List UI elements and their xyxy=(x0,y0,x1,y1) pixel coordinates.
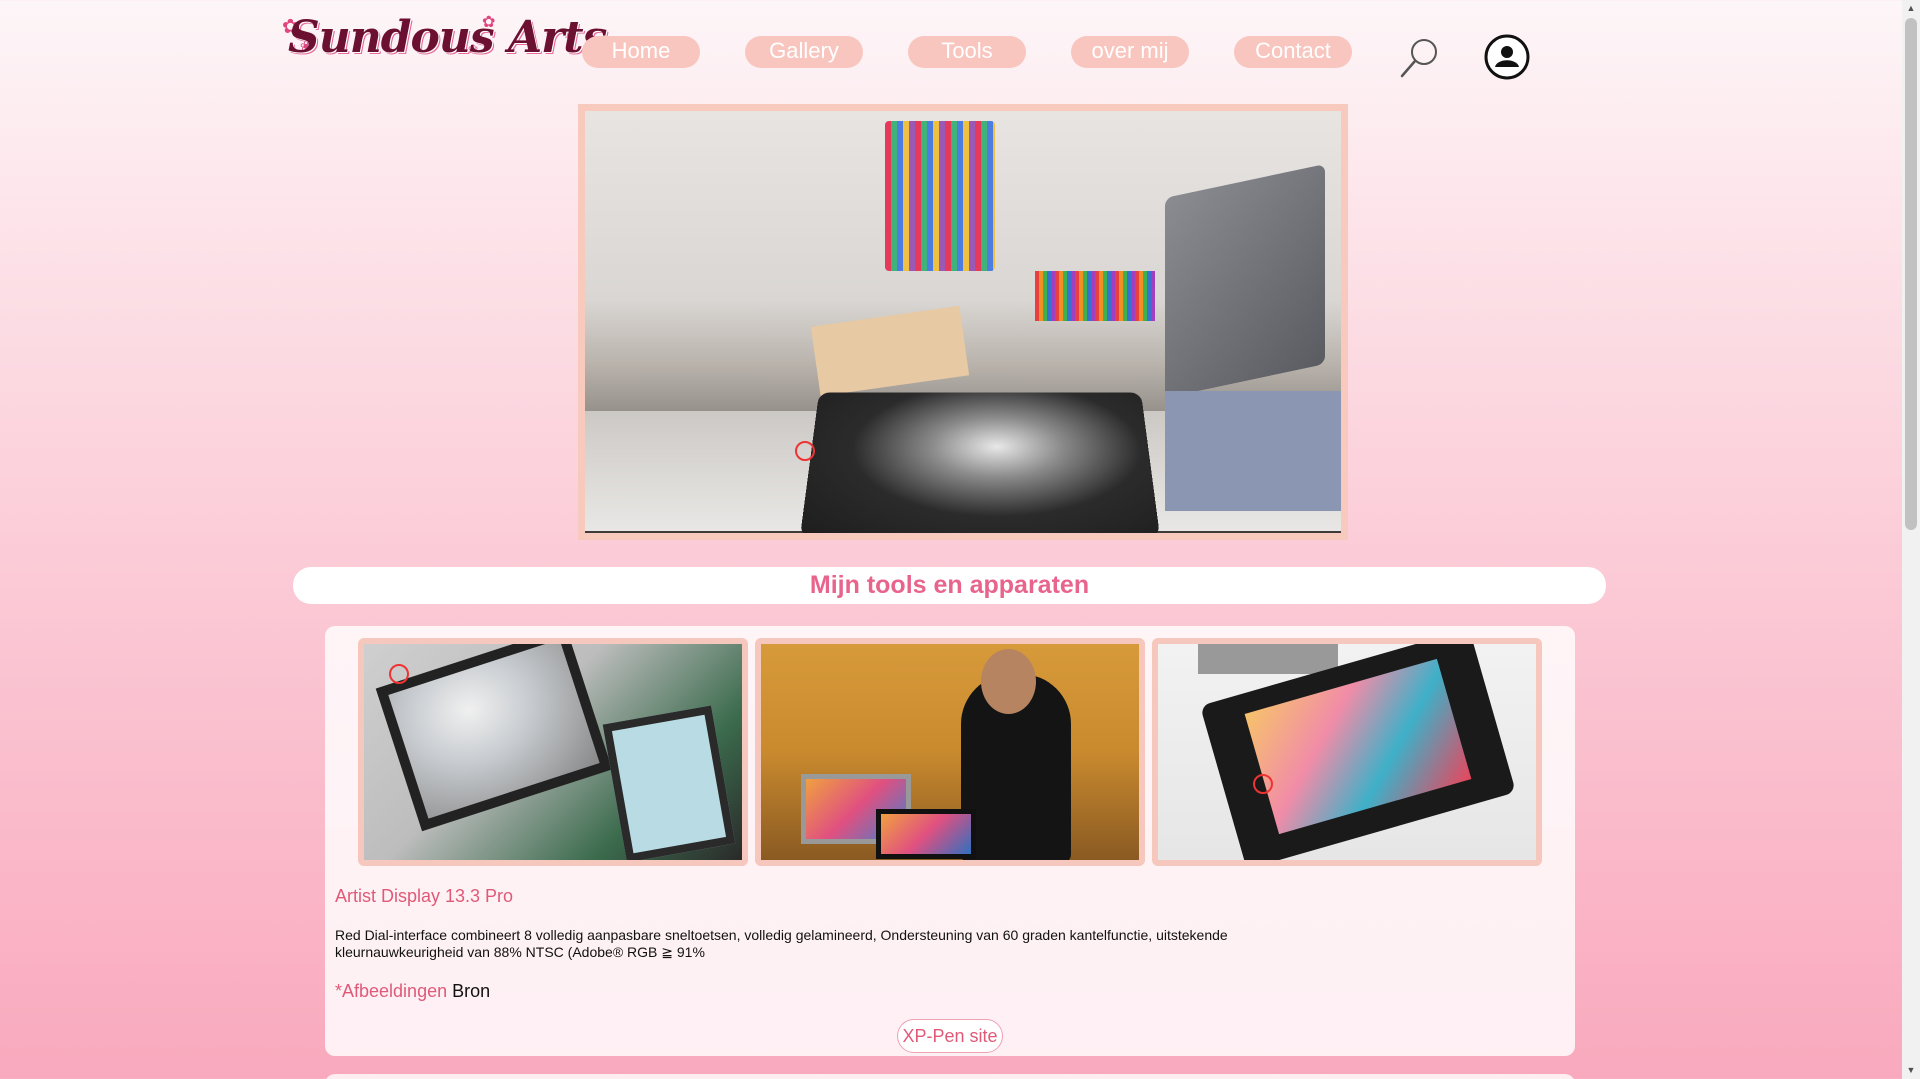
nav-contact[interactable]: Contact xyxy=(1234,36,1352,68)
logo-text: Sundous Arts xyxy=(288,12,607,63)
nav-home[interactable]: Home xyxy=(582,36,700,68)
scrollbar[interactable]: ▲ ▼ xyxy=(1902,0,1920,1079)
next-card xyxy=(325,1074,1575,1079)
scroll-up-arrow-icon[interactable]: ▲ xyxy=(1902,0,1920,17)
nav-over-mij[interactable]: over mij xyxy=(1071,36,1189,68)
search-icon[interactable] xyxy=(1398,36,1442,80)
section-title: Mijn tools en apparaten xyxy=(293,567,1606,604)
workspace-photo xyxy=(585,111,1341,533)
scroll-down-arrow-icon[interactable]: ▼ xyxy=(1902,1062,1920,1079)
product-image-1[interactable] xyxy=(358,638,748,866)
product-card: Artist Display 13.3 Pro Red Dial-interfa… xyxy=(325,626,1575,1056)
scroll-thumb[interactable] xyxy=(1905,18,1917,530)
xp-pen-site-button[interactable]: XP-Pen site xyxy=(897,1019,1003,1053)
nav-tools[interactable]: Tools xyxy=(908,36,1026,68)
source-link[interactable]: Bron xyxy=(452,981,490,1001)
source-prefix: *Afbeeldingen xyxy=(335,981,448,1001)
product-description: Red Dial-interface combineert 8 volledig… xyxy=(335,927,1228,960)
user-icon[interactable] xyxy=(1484,34,1530,80)
product-image-3[interactable] xyxy=(1152,638,1542,866)
image-source: *Afbeeldingen Bron xyxy=(335,981,490,1002)
site-logo[interactable]: ✿ ❀ ✿ ❀ Sundous Arts xyxy=(282,8,607,68)
product-image-2[interactable] xyxy=(755,638,1145,866)
product-name: Artist Display 13.3 Pro xyxy=(335,886,514,906)
nav-gallery[interactable]: Gallery xyxy=(745,36,863,68)
hero-image xyxy=(578,104,1348,540)
